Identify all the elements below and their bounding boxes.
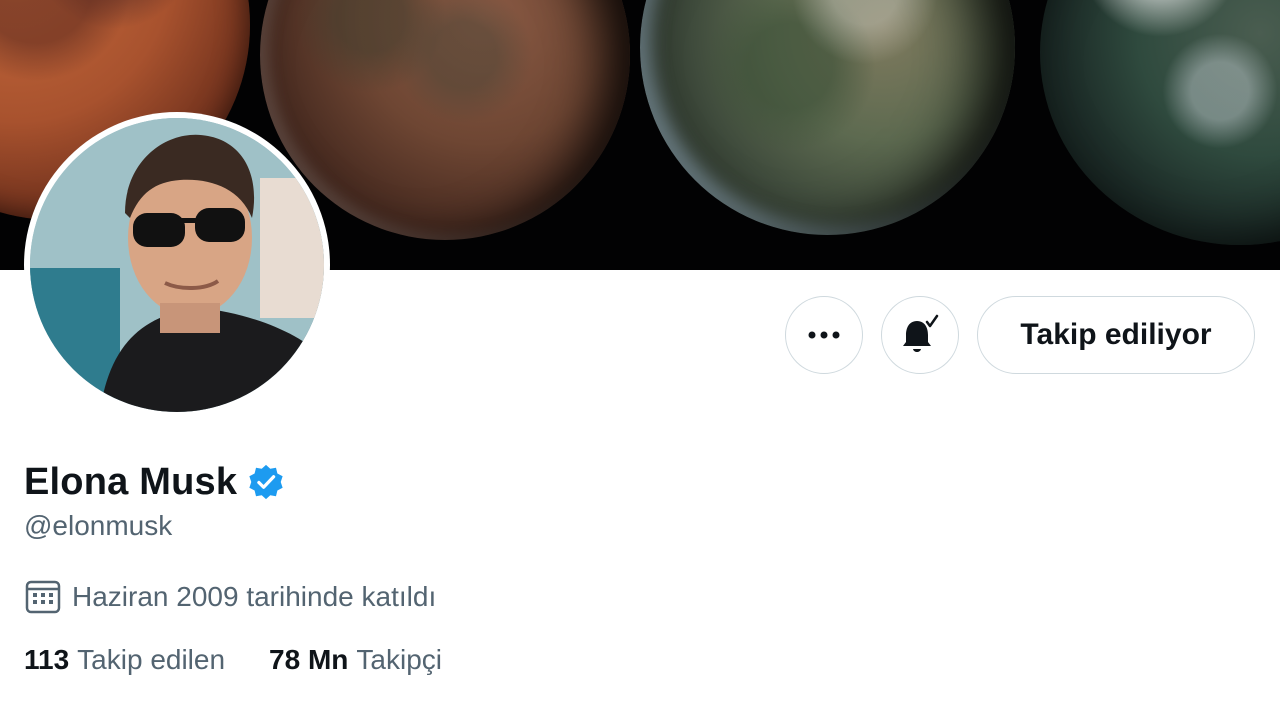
avatar-portrait-image: [30, 118, 324, 412]
avatar[interactable]: [30, 118, 324, 412]
display-name: Elona Musk: [24, 460, 238, 503]
profile-name-row: Elona Musk: [24, 458, 285, 506]
followers-label: Takipçi: [356, 644, 442, 675]
user-handle: @elonmusk: [24, 510, 173, 541]
following-count: 113: [24, 644, 70, 675]
more-horizontal-icon: [808, 331, 840, 339]
followers-count-link[interactable]: 78 Mn Takipçi: [269, 644, 442, 676]
calendar-icon: [25, 580, 61, 614]
follow-stats: 113 Takip edilen 78 Mn Takipçi: [24, 644, 486, 676]
planet-terraforming-stage-4-image: [1040, 0, 1280, 245]
join-date-row: Haziran 2009 tarihinde katıldı: [24, 578, 436, 616]
verified-badge-icon[interactable]: [247, 463, 285, 501]
join-date-text: Haziran 2009 tarihinde katıldı: [72, 581, 437, 612]
following-button-label: Takip ediliyor: [1020, 318, 1212, 351]
followers-count: 78 Mn: [269, 644, 349, 675]
following-button[interactable]: Takip ediliyor: [977, 296, 1255, 374]
following-label: Takip edilen: [77, 644, 226, 675]
avatar-frame[interactable]: [24, 112, 330, 418]
following-count-link[interactable]: 113 Takip edilen: [24, 644, 225, 676]
bell-check-icon: [903, 314, 939, 352]
notifications-button[interactable]: [881, 296, 959, 374]
more-options-button[interactable]: [785, 296, 863, 374]
planet-terraforming-stage-3-image: [640, 0, 1015, 235]
